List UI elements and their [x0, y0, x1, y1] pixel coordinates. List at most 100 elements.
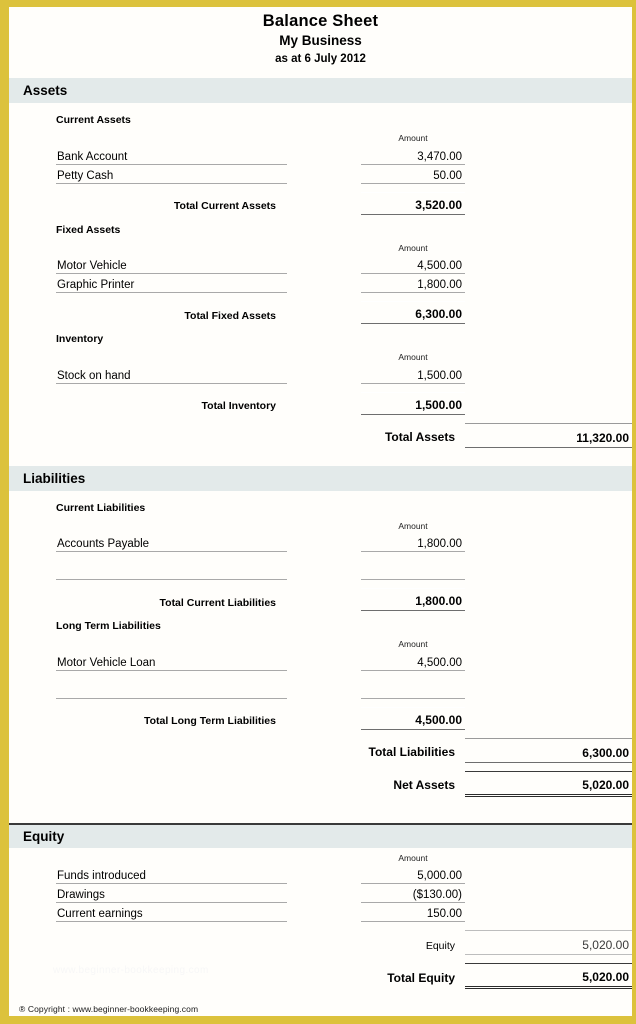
table-row: Drawings ($130.00) [9, 883, 632, 904]
table-row: Motor Vehicle Loan 4,500.00 [9, 651, 632, 671]
table-long-term-liabilities: Amount Motor Vehicle Loan 4,500.00 Total… [9, 636, 632, 797]
line-item-name [56, 560, 287, 581]
subtotal-label: Total Inventory [201, 400, 276, 413]
title-block: Balance Sheet My Business as at 6 July 2… [9, 7, 632, 79]
spacer [9, 670, 632, 679]
watermark: www.beginner-bookkeeping.com [53, 965, 209, 976]
section-title-liabilities: Liabilities [23, 470, 86, 486]
subtotal-row: Total Current Liabilities 1,800.00 [9, 588, 632, 612]
line-item-amount: 1,800.00 [361, 273, 465, 294]
group-inventory: Inventory Amount Stock on hand 1,500.00 … [9, 324, 632, 448]
table-current-liabilities: Amount Accounts Payable 1,800.00 Total C… [9, 518, 632, 612]
subtotal-label: Total Fixed Assets [184, 309, 276, 322]
equity-subtotal-label: Equity [425, 939, 455, 952]
line-item-name: Current earnings [56, 902, 287, 923]
total-assets-label: Total Assets [384, 430, 455, 445]
spacer [9, 414, 632, 423]
line-item-amount: 1,500.00 [361, 364, 465, 384]
group-title-fixed-assets: Fixed Assets [56, 223, 121, 236]
table-row: Motor Vehicle 4,500.00 [9, 254, 632, 275]
line-item-name: Accounts Payable [56, 532, 287, 553]
equity-subtotal-amount: 5,020.00 [465, 930, 632, 956]
group-fixed-assets: Fixed Assets Amount Motor Vehicle 4,500.… [9, 215, 632, 325]
section-header-assets: Assets [9, 78, 632, 104]
section-header-equity: Equity [9, 822, 632, 848]
total-assets-row: Total Assets 11,320.00 [9, 422, 632, 448]
line-item-amount: 5,000.00 [361, 864, 465, 885]
group-title-inventory: Inventory [56, 333, 104, 346]
line-item-name: Motor Vehicle [56, 254, 287, 275]
spacer [9, 729, 632, 738]
line-item-amount [361, 679, 465, 699]
spacer [9, 762, 632, 771]
line-item-name: Motor Vehicle Loan [56, 651, 287, 671]
balance-sheet-page: Balance Sheet My Business as at 6 July 2… [0, 0, 636, 1024]
net-assets-row: Net Assets 5,020.00 [9, 770, 632, 797]
subtotal-amount: 4,500.00 [361, 706, 465, 730]
section-title-equity: Equity [23, 828, 65, 844]
spacer [9, 383, 632, 392]
subtotal-label: Total Current Assets [173, 200, 276, 213]
total-equity-amount: 5,020.00 [465, 963, 632, 990]
subtotal-row: Total Current Assets 3,520.00 [9, 191, 632, 215]
spacer [9, 698, 632, 707]
column-header-amount: Amount [398, 520, 428, 531]
amount-header-row: Amount [9, 349, 632, 364]
line-item-name [56, 679, 287, 699]
group-long-term-liabilities: Long Term Liabilities Amount Motor Vehic… [9, 611, 632, 797]
amount-header-row: Amount [9, 130, 632, 145]
table-row-empty [9, 679, 632, 699]
table-fixed-assets: Amount Motor Vehicle 4,500.00 Graphic Pr… [9, 240, 632, 325]
line-item-amount [361, 560, 465, 581]
table-row: Graphic Printer 1,800.00 [9, 273, 632, 294]
equity-subtotal-row: Equity 5,020.00 [9, 930, 632, 956]
total-assets-amount: 11,320.00 [465, 422, 632, 448]
as-at-date: as at 6 July 2012 [275, 52, 366, 65]
total-liabilities-label: Total Liabilities [368, 745, 455, 760]
section-title-assets: Assets [23, 83, 68, 99]
group-current-liabilities: Current Liabilities Amount Accounts Paya… [9, 493, 632, 612]
subtotal-amount: 1,500.00 [361, 391, 465, 415]
line-item-amount: 50.00 [361, 164, 465, 184]
table-row: Petty Cash 50.00 [9, 164, 632, 184]
amount-header-row: Amount [9, 518, 632, 533]
line-item-amount: 150.00 [361, 902, 465, 923]
subtotal-row: Total Inventory 1,500.00 [9, 391, 632, 415]
copyright-notice: ® Copyright : www.beginner-bookkeeping.c… [19, 1004, 199, 1014]
table-row: Funds introduced 5,000.00 [9, 864, 632, 885]
group-title-current-liabilities: Current Liabilities [56, 501, 146, 514]
subtotal-row: Total Long Term Liabilities 4,500.00 [9, 706, 632, 730]
line-item-name: Graphic Printer [56, 273, 287, 294]
spacer [9, 955, 632, 964]
total-equity-label: Total Equity [387, 970, 455, 985]
subtotal-amount: 1,800.00 [361, 588, 465, 612]
group-current-assets: Current Assets Amount Bank Account 3,470… [9, 105, 632, 215]
subtotal-amount: 3,520.00 [361, 191, 465, 215]
spacer [9, 183, 632, 192]
section-header-liabilities: Liabilities [9, 465, 632, 491]
line-item-amount: 1,800.00 [361, 532, 465, 553]
page-title: Balance Sheet [262, 12, 379, 30]
table-row: Bank Account 3,470.00 [9, 145, 632, 165]
table-row: Accounts Payable 1,800.00 [9, 532, 632, 553]
line-item-name: Petty Cash [56, 164, 287, 184]
line-item-amount: 3,470.00 [361, 145, 465, 165]
line-item-name: Stock on hand [56, 364, 287, 384]
company-name: My Business [279, 32, 362, 48]
column-header-amount: Amount [398, 352, 428, 363]
table-row-empty [9, 560, 632, 581]
sheet-body: Balance Sheet My Business as at 6 July 2… [9, 7, 632, 1016]
table-row: Stock on hand 1,500.00 [9, 364, 632, 384]
spacer [9, 552, 632, 561]
group-title-long-term-liabilities: Long Term Liabilities [56, 620, 161, 633]
amount-header-row: Amount [9, 240, 632, 255]
line-item-name: Drawings [56, 883, 287, 904]
spacer [9, 293, 632, 302]
line-item-name: Bank Account [56, 145, 287, 165]
column-header-amount: Amount [398, 639, 428, 650]
line-item-amount: 4,500.00 [361, 254, 465, 275]
subtotal-amount: 6,300.00 [361, 301, 465, 325]
amount-header-row: Amount [9, 636, 632, 651]
